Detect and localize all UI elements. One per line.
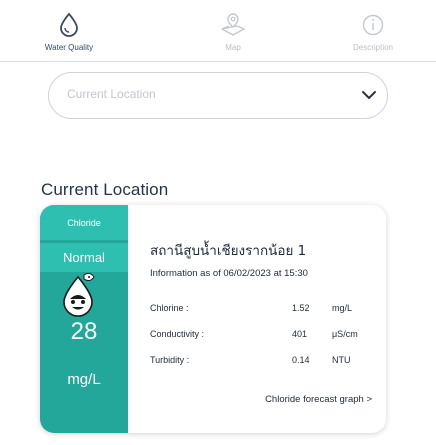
section-title: Current Location [41, 180, 169, 199]
measure-row-conductivity: Conductivity : 401 μS/cm [150, 329, 374, 343]
forecast-graph-link[interactable]: Chloride forecast graph > [265, 394, 372, 405]
tab-water-quality[interactable]: Water Quality [24, 0, 114, 62]
info-icon [328, 12, 418, 38]
measure-row-turbidity: Turbidity : 0.14 NTU [150, 355, 374, 369]
tab-map[interactable]: Map [188, 0, 278, 62]
measure-row-chlorine: Chlorine : 1.52 mg/L [150, 303, 374, 317]
info-timestamp: Information as of 06/02/2023 at 15:30 [150, 268, 308, 279]
measure-unit: NTU [332, 355, 351, 365]
location-dropdown[interactable]: Current Location [48, 72, 388, 119]
chloride-value: 28 [70, 318, 98, 345]
chloride-unit: mg/L [67, 371, 101, 388]
tab-water-quality-label: Water Quality [44, 43, 94, 52]
tab-map-label: Map [225, 43, 241, 52]
status-badge: Normal [40, 243, 128, 272]
map-pin-icon [188, 12, 278, 38]
top-tab-bar: Water Quality Map Description [0, 0, 436, 62]
measure-value: 401 [292, 329, 308, 339]
chevron-down-icon[interactable] [361, 88, 377, 107]
tab-description[interactable]: Description [328, 0, 418, 62]
station-card: Chloride Normal 28 mg/L สถานีสูบน้ำเชียง… [40, 205, 386, 433]
measure-value: 1.52 [292, 303, 310, 313]
measure-label: Chlorine : [150, 303, 189, 313]
measure-label: Conductivity : [150, 329, 205, 339]
parameter-chip: Chloride [40, 205, 128, 240]
water-drop-icon [24, 12, 114, 38]
measure-unit: μS/cm [332, 329, 358, 339]
status-panel: Chloride Normal 28 mg/L [40, 205, 128, 433]
tab-description-label: Description [352, 43, 393, 52]
location-dropdown-placeholder: Current Location [67, 87, 156, 101]
measure-unit: mg/L [332, 303, 353, 313]
measure-value: 0.14 [292, 355, 310, 365]
station-name: สถานีสูบน้ำเชียงรากน้อย 1 [150, 243, 307, 259]
measure-label: Turbidity : [150, 355, 190, 365]
